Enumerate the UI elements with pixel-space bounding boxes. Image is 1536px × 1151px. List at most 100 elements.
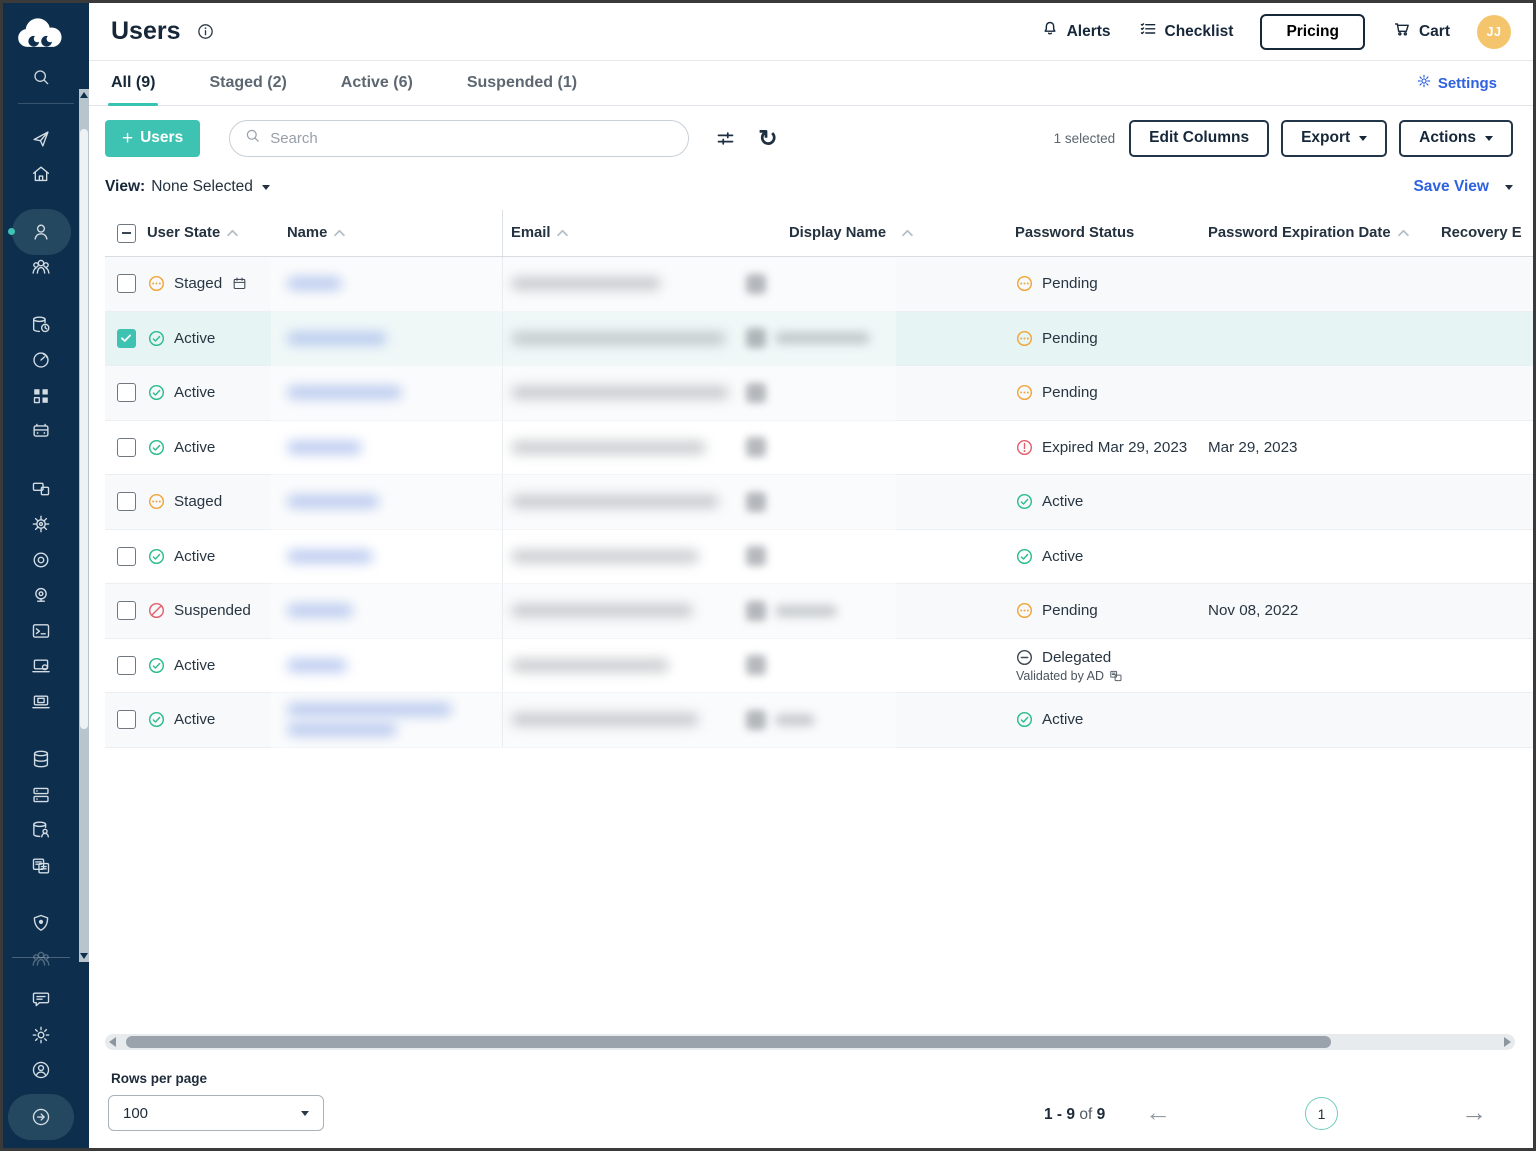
redacted-name-text[interactable] — [287, 495, 379, 508]
name-cell[interactable] — [285, 421, 503, 475]
name-cell[interactable] — [285, 530, 503, 584]
sidebar-item-devices[interactable] — [3, 471, 78, 507]
name-cell[interactable] — [285, 584, 503, 638]
settings-link[interactable]: Settings — [1416, 61, 1497, 105]
page-number-button[interactable]: 1 — [1305, 1097, 1338, 1130]
sidebar-item-database-copy[interactable] — [3, 848, 78, 884]
sidebar-item-gauge[interactable] — [3, 343, 78, 379]
sidebar-item-building[interactable] — [3, 414, 78, 450]
add-users-button[interactable]: + Users — [105, 120, 200, 157]
column-header-name[interactable]: Name — [285, 210, 503, 256]
sidebar-scrollbar-thumb[interactable] — [80, 129, 88, 729]
row-checkbox[interactable] — [117, 601, 136, 620]
sidebar-item-laptop-gear[interactable] — [3, 649, 78, 685]
sidebar-item-user[interactable] — [3, 214, 78, 250]
sidebar-collapse-button[interactable] — [8, 1094, 74, 1140]
sidebar-item-account[interactable] — [3, 1053, 78, 1089]
name-cell[interactable] — [285, 693, 503, 747]
filter-icon[interactable] — [715, 128, 736, 149]
horizontal-scrollbar-thumb[interactable] — [126, 1036, 1331, 1048]
alerts-button[interactable]: Alerts — [1040, 19, 1111, 44]
row-checkbox[interactable] — [117, 492, 136, 511]
sidebar-item-grid[interactable] — [3, 378, 78, 414]
table-row[interactable]: ActiveExpired Mar 29, 2023Mar 29, 2023 — [105, 421, 1533, 476]
name-cell[interactable] — [285, 475, 503, 529]
chevron-down-icon[interactable] — [262, 185, 270, 190]
scroll-right-arrow-icon[interactable] — [1504, 1037, 1511, 1047]
table-row[interactable]: StagedActive — [105, 475, 1533, 530]
name-cell[interactable] — [285, 366, 503, 420]
select-all-checkbox[interactable] — [117, 224, 136, 243]
table-row[interactable]: ActivePending — [105, 312, 1533, 367]
sort-caret-icon[interactable] — [334, 229, 345, 237]
column-header-user-state[interactable]: User State — [147, 210, 285, 256]
tab-staged-2[interactable]: Staged (2) — [209, 61, 286, 105]
checklist-button[interactable]: Checklist — [1138, 19, 1234, 44]
sidebar-item-database-user[interactable] — [3, 813, 78, 849]
column-header-email[interactable]: Email — [503, 210, 741, 256]
cart-button[interactable]: Cart — [1392, 19, 1450, 44]
scroll-left-arrow-icon[interactable] — [109, 1037, 116, 1047]
search-input[interactable] — [270, 130, 674, 147]
view-value[interactable]: None Selected — [151, 178, 253, 196]
row-checkbox[interactable] — [117, 329, 136, 348]
sort-caret-icon[interactable] — [557, 229, 568, 237]
redacted-name-text[interactable] — [287, 703, 452, 716]
row-checkbox[interactable] — [117, 710, 136, 729]
sidebar-item-target[interactable] — [3, 542, 78, 578]
table-row[interactable]: StagedPending — [105, 257, 1533, 312]
sidebar-item-users-group[interactable] — [3, 250, 78, 286]
sort-caret-icon[interactable] — [902, 229, 913, 237]
sidebar-item-laptop[interactable] — [3, 684, 78, 720]
sidebar-item-chat[interactable] — [3, 982, 78, 1018]
redacted-name-text[interactable] — [287, 386, 402, 399]
column-header-display-name[interactable]: Display Name — [741, 210, 1013, 256]
sidebar-item-rocket[interactable] — [3, 121, 78, 157]
redacted-name-text[interactable] — [287, 332, 387, 345]
sidebar-search-icon[interactable] — [3, 57, 78, 97]
column-header-password-expiration-date[interactable]: Password Expiration Date — [1208, 210, 1441, 256]
scroll-up-arrow-icon[interactable] — [80, 92, 88, 98]
actions-button[interactable]: Actions — [1399, 120, 1513, 157]
sidebar-item-server-stack[interactable] — [3, 777, 78, 813]
redacted-name-text[interactable] — [287, 441, 362, 454]
table-row[interactable]: ActiveActive — [105, 530, 1533, 585]
export-button[interactable]: Export — [1281, 120, 1387, 157]
row-checkbox[interactable] — [117, 547, 136, 566]
edit-columns-button[interactable]: Edit Columns — [1129, 120, 1269, 157]
row-checkbox[interactable] — [117, 438, 136, 457]
redacted-name-text[interactable] — [287, 277, 342, 290]
redacted-name-text[interactable] — [287, 604, 353, 617]
sidebar-item-database[interactable] — [3, 742, 78, 778]
row-checkbox[interactable] — [117, 274, 136, 293]
next-page-arrow-icon[interactable]: → — [1461, 1099, 1487, 1125]
tab-all-9[interactable]: All (9) — [111, 61, 155, 105]
sidebar-item-database-clock[interactable] — [3, 307, 78, 343]
table-row[interactable]: ActiveDelegatedValidated by AD — [105, 639, 1533, 694]
search-box[interactable] — [229, 120, 689, 157]
scroll-down-arrow-icon[interactable] — [80, 953, 88, 959]
sidebar-scrollbar[interactable] — [79, 89, 89, 962]
sidebar-item-home[interactable] — [3, 157, 78, 193]
tab-active-6[interactable]: Active (6) — [341, 61, 413, 105]
sidebar-item-webcam[interactable] — [3, 578, 78, 614]
row-checkbox[interactable] — [117, 656, 136, 675]
sort-caret-icon[interactable] — [1398, 229, 1409, 237]
table-row[interactable]: ActiveActive — [105, 693, 1533, 748]
tab-suspended-1[interactable]: Suspended (1) — [467, 61, 577, 105]
rows-per-page-select[interactable]: 100 — [108, 1095, 324, 1131]
row-checkbox[interactable] — [117, 383, 136, 402]
name-cell[interactable] — [285, 257, 503, 311]
name-cell[interactable] — [285, 639, 503, 693]
info-icon[interactable] — [196, 22, 215, 41]
table-row[interactable]: ActivePending — [105, 366, 1533, 421]
table-row[interactable]: SuspendedPendingNov 08, 2022 — [105, 584, 1533, 639]
refresh-icon[interactable]: ↻ — [758, 127, 777, 150]
horizontal-scrollbar[interactable] — [105, 1034, 1515, 1050]
previous-page-arrow-icon[interactable]: ← — [1145, 1099, 1171, 1125]
sidebar-item-gear[interactable] — [3, 1017, 78, 1053]
jumpcloud-logo-icon[interactable] — [3, 3, 78, 57]
sidebar-item-helm[interactable] — [3, 507, 78, 543]
avatar[interactable]: JJ — [1477, 15, 1511, 49]
sort-caret-icon[interactable] — [227, 229, 238, 237]
